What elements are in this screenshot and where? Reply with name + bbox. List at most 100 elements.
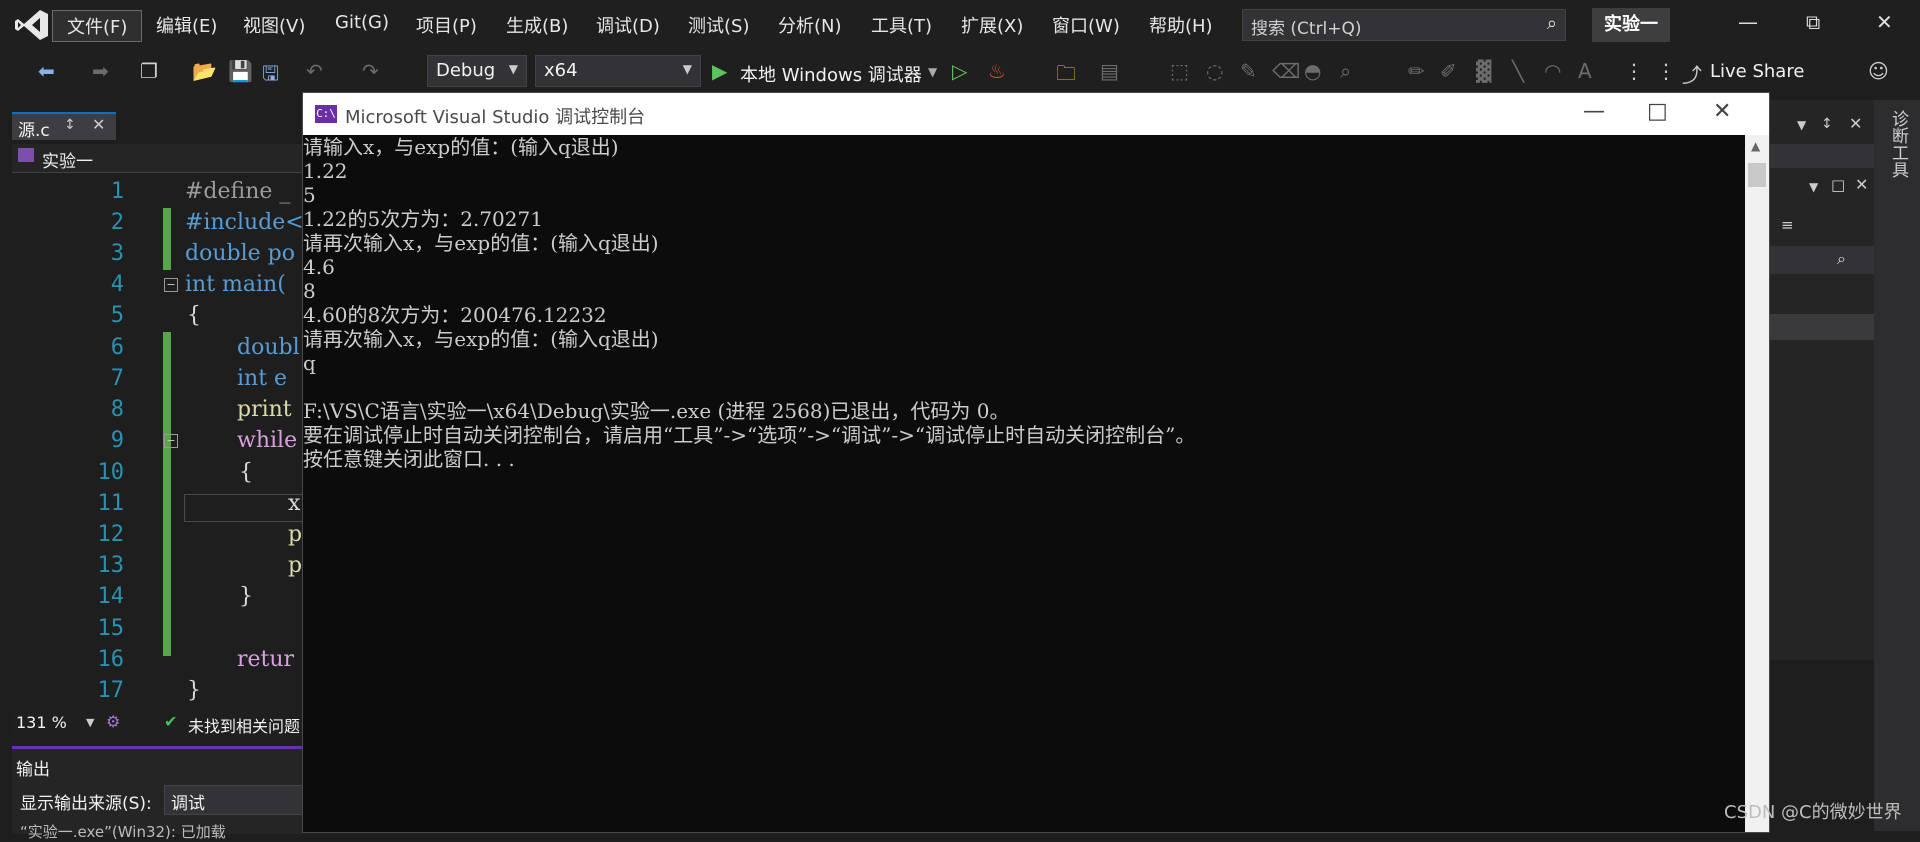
spray-icon[interactable]: ▓	[1476, 59, 1491, 83]
console-output[interactable]: 请输入x，与exp的值：(输入q退出) 1.22 5 1.22的5次方为：2.7…	[303, 135, 1743, 832]
minimize-icon[interactable]: —	[1738, 10, 1758, 34]
pin-icon[interactable]: ↕	[1821, 116, 1833, 132]
close-icon[interactable]: ✕	[1855, 175, 1868, 194]
pencil-icon[interactable]: ✏	[1408, 59, 1425, 83]
menu-file[interactable]: 文件(F)	[52, 10, 143, 42]
output-source-select[interactable]: 调试	[164, 785, 304, 815]
watermark: CSDN @C的微妙世界	[1724, 802, 1902, 823]
save-icon[interactable]: 💾	[228, 59, 253, 83]
line-number: 8	[110, 397, 124, 422]
redo-icon[interactable]: ↷	[362, 59, 379, 83]
change-indicator	[163, 332, 171, 656]
menu-git[interactable]: Git(G)	[335, 12, 389, 33]
search-input[interactable]: 搜索 (Ctrl+Q) ⌕	[1242, 9, 1566, 41]
brush-icon[interactable]: ✐	[1440, 59, 1457, 83]
minimize-icon[interactable]: —	[1583, 99, 1605, 124]
navigate-forward-icon[interactable]: ➡	[92, 59, 109, 83]
eraser-icon[interactable]: ⌫	[1272, 59, 1300, 83]
visual-studio-logo-icon[interactable]	[14, 8, 50, 42]
configuration-select[interactable]: Debug ▼	[427, 55, 527, 87]
line-number: 4	[110, 272, 124, 297]
chevron-down-icon[interactable]: ▼	[86, 716, 94, 729]
console-title-bar[interactable]: C:\ Microsoft Visual Studio 调试控制台 — □ ✕	[303, 93, 1769, 135]
line-number: 13	[97, 553, 125, 578]
navigation-bar[interactable]: 实验一	[12, 144, 302, 173]
menu-debug[interactable]: 调试(D)	[596, 12, 660, 38]
scrollbar-thumb[interactable]	[1748, 163, 1766, 187]
zoom-level[interactable]: 131 %	[16, 713, 67, 732]
hot-reload-icon[interactable]: ♨	[988, 59, 1006, 83]
line-number: 5	[110, 303, 124, 328]
chevron-down-icon: ▼	[508, 62, 518, 76]
bucket-icon[interactable]: ◓	[1304, 59, 1321, 83]
arc-icon[interactable]: ◠	[1544, 59, 1561, 83]
maximize-icon[interactable]: □	[1831, 176, 1845, 194]
lasso-icon[interactable]: ◌	[1206, 59, 1223, 83]
start-without-debugging-icon[interactable]: ▷	[952, 59, 967, 83]
menu-view[interactable]: 视图(V)	[243, 12, 305, 38]
panel-search-input[interactable]: ⌕	[1769, 246, 1875, 274]
tab-source-file[interactable]: 源.c ↕ ✕	[12, 112, 116, 141]
console-line: 按任意键关闭此窗口. . .	[303, 447, 515, 471]
menu-window[interactable]: 窗口(W)	[1052, 12, 1120, 38]
text-icon[interactable]: A	[1578, 59, 1592, 83]
close-icon[interactable]: ✕	[1713, 99, 1731, 124]
collapse-icon[interactable]: −	[164, 434, 178, 448]
code-line: x	[288, 491, 301, 516]
select-icon[interactable]: ⬚	[1170, 59, 1189, 83]
chevron-down-icon[interactable]: ▼	[1809, 180, 1818, 194]
panel-selected-row[interactable]	[1769, 314, 1875, 340]
close-icon[interactable]: ✕	[1849, 114, 1862, 133]
toolbar-overflow-icon[interactable]: ⋮	[1624, 59, 1644, 83]
collapse-icon[interactable]: −	[164, 278, 178, 292]
restore-icon[interactable]: ⧉	[1806, 10, 1820, 34]
layout-icon[interactable]: ▤	[1100, 59, 1119, 83]
menu-test[interactable]: 测试(S)	[688, 12, 749, 38]
platform-select[interactable]: x64 ▼	[535, 55, 701, 87]
menu-extensions[interactable]: 扩展(X)	[961, 12, 1023, 38]
save-all-icon[interactable]: 🖫	[262, 59, 279, 93]
scroll-up-icon[interactable]: ▲	[1751, 139, 1760, 153]
console-line: 1.22的5次方为：2.70271	[303, 207, 543, 231]
menu-edit[interactable]: 编辑(E)	[156, 12, 217, 38]
menu-build[interactable]: 生成(B)	[506, 12, 568, 38]
menu-project[interactable]: 项目(P)	[416, 12, 477, 38]
toolbar-overflow-icon[interactable]: ⋮	[1656, 59, 1676, 83]
menu-bar: 文件(F) 编辑(E) 视图(V) Git(G) 项目(P) 生成(B) 调试(…	[0, 0, 1920, 50]
console-scrollbar[interactable]: ▲	[1745, 135, 1769, 832]
maximize-icon[interactable]: □	[1647, 99, 1668, 124]
pin-icon[interactable]: ↕	[64, 117, 76, 133]
menu-analyze[interactable]: 分析(N)	[778, 12, 842, 38]
new-project-icon[interactable]: ❐	[140, 59, 158, 83]
pen-icon[interactable]: ✎	[1240, 59, 1257, 83]
console-line: 1.22	[303, 159, 348, 183]
line-number: 12	[97, 522, 125, 547]
issues-status[interactable]: 未找到相关问题	[188, 713, 300, 737]
menu-tools[interactable]: 工具(T)	[871, 12, 932, 38]
close-tab-icon[interactable]: ✕	[92, 115, 105, 134]
navigate-back-icon[interactable]: ⬅	[38, 59, 55, 83]
diagnostics-tools-tab[interactable]: 诊断工具	[1886, 110, 1911, 178]
chevron-down-icon[interactable]: ▼	[1797, 118, 1806, 132]
start-debugging-icon[interactable]: ▶	[712, 59, 727, 83]
run-target-button[interactable]: 本地 Windows 调试器	[740, 61, 922, 87]
properties-icon[interactable]: ≡	[1781, 216, 1794, 234]
line-number: 6	[110, 335, 124, 360]
chevron-down-icon[interactable]: ▼	[928, 65, 937, 79]
menu-help[interactable]: 帮助(H)	[1149, 12, 1213, 38]
change-indicator	[163, 208, 171, 270]
line-number: 14	[97, 584, 125, 609]
code-editor[interactable]: 1 2 3 4 5 6 7 8 9 10 11 12 13 14 15 16 1…	[12, 174, 306, 704]
live-share-button[interactable]: Live Share	[1710, 61, 1804, 82]
solution-explorer-icon[interactable]: 🗀	[1056, 59, 1076, 93]
tool-window-panel: ▼ ↕ ✕ ▼ □ ✕ ≡ ⌕	[1768, 100, 1875, 660]
feedback-icon[interactable]: ☺	[1868, 59, 1889, 83]
close-icon[interactable]: ✕	[1876, 10, 1893, 34]
open-folder-icon[interactable]: 📂	[192, 59, 217, 83]
search-icon: ⌕	[1837, 249, 1846, 268]
line-icon[interactable]: ╲	[1512, 59, 1524, 83]
live-share-icon[interactable]: ⤴	[1682, 59, 1702, 88]
zoom-icon[interactable]: ⌕	[1340, 59, 1351, 83]
undo-icon[interactable]: ↶	[306, 59, 323, 83]
panel-dropdown[interactable]	[1769, 144, 1875, 168]
